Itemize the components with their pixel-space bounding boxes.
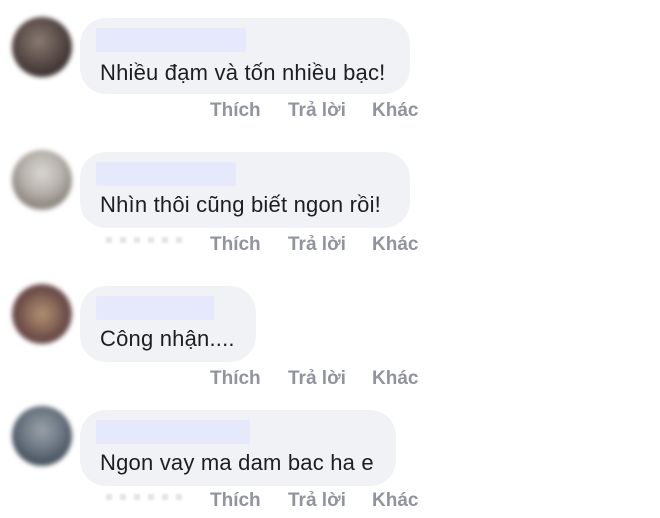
avatar[interactable] bbox=[12, 406, 72, 466]
author-name-redacted[interactable] bbox=[96, 420, 250, 444]
timestamp-faint bbox=[106, 494, 186, 500]
comment-thread: Nhiều đạm và tốn nhiều bạc! Thích Trả lờ… bbox=[0, 0, 660, 518]
reply-link[interactable]: Trả lời bbox=[288, 490, 346, 512]
comment-bubble: Ngon vay ma dam bac ha e bbox=[80, 410, 396, 486]
like-link[interactable]: Thích bbox=[210, 490, 261, 512]
comment-text: Ngon vay ma dam bac ha e bbox=[100, 450, 374, 475]
more-link[interactable]: Khác bbox=[372, 490, 418, 512]
comment-item: Ngon vay ma dam bac ha e Thích Trả lời K… bbox=[0, 0, 660, 518]
